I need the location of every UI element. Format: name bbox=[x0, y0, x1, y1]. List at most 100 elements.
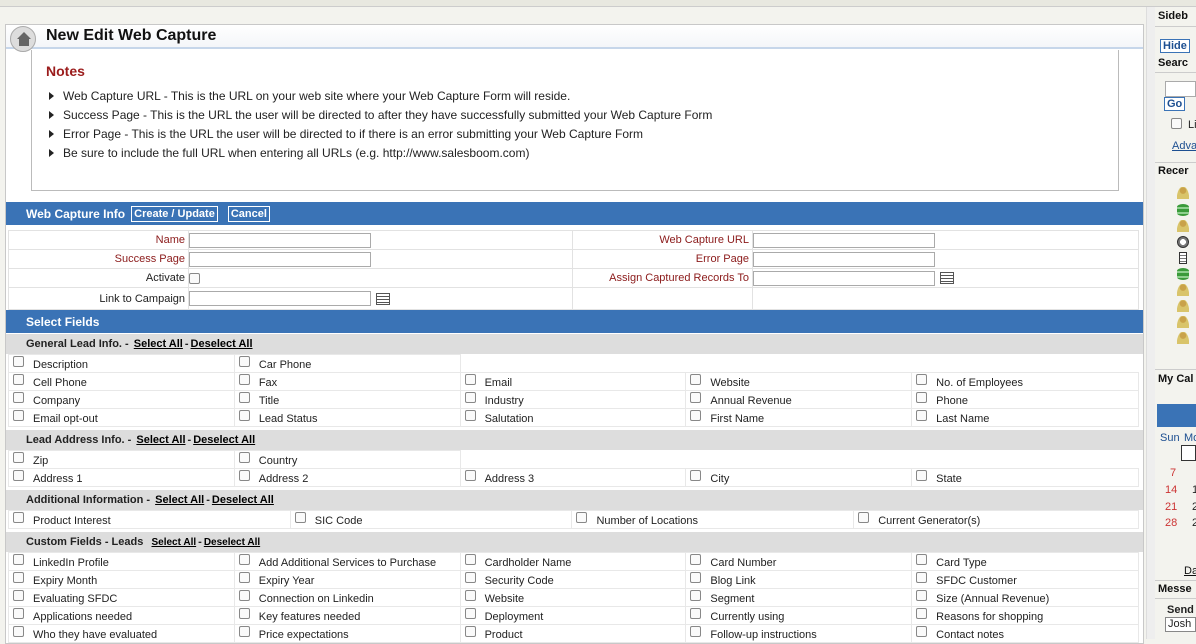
field-option[interactable]: SIC Code bbox=[289, 510, 573, 529]
field-option[interactable]: Industry bbox=[459, 390, 687, 409]
field-option[interactable]: Contact notes bbox=[911, 624, 1139, 643]
field-option[interactable]: Website bbox=[685, 372, 913, 391]
field-checkbox[interactable] bbox=[916, 572, 928, 583]
person-icon[interactable] bbox=[1177, 316, 1189, 328]
field-option[interactable]: Email opt-out bbox=[8, 408, 235, 427]
field-checkbox[interactable] bbox=[238, 572, 250, 583]
field-checkbox[interactable] bbox=[690, 410, 702, 421]
field-checkbox[interactable] bbox=[464, 554, 476, 565]
field-checkbox[interactable] bbox=[238, 410, 250, 421]
assign-records-input[interactable] bbox=[753, 270, 935, 286]
field-checkbox[interactable] bbox=[13, 410, 24, 421]
deselect-all-link[interactable]: Deselect All bbox=[193, 434, 255, 446]
field-checkbox[interactable] bbox=[238, 452, 250, 463]
field-option[interactable]: Cardholder Name bbox=[459, 552, 687, 571]
field-option[interactable]: Fax bbox=[233, 372, 461, 391]
database-icon[interactable] bbox=[1177, 204, 1189, 216]
field-option[interactable]: Key features needed bbox=[233, 606, 461, 625]
field-option[interactable]: LinkedIn Profile bbox=[8, 552, 235, 571]
field-option[interactable]: Email bbox=[459, 372, 687, 391]
field-option[interactable]: Add Additional Services to Purchase bbox=[233, 552, 461, 571]
select-all-link[interactable]: Select All bbox=[136, 434, 185, 446]
field-checkbox[interactable] bbox=[916, 392, 928, 403]
field-option[interactable]: Lead Status bbox=[233, 408, 461, 427]
field-option[interactable]: Segment bbox=[685, 588, 913, 607]
field-checkbox[interactable] bbox=[464, 626, 476, 637]
field-checkbox[interactable] bbox=[13, 554, 24, 565]
calendar-day[interactable]: 2 bbox=[1192, 501, 1196, 513]
field-checkbox[interactable] bbox=[13, 452, 24, 463]
field-option[interactable]: State bbox=[911, 468, 1139, 487]
error-page-input[interactable] bbox=[753, 251, 935, 267]
field-checkbox[interactable] bbox=[238, 590, 250, 601]
field-checkbox[interactable] bbox=[690, 470, 702, 481]
deselect-all-link[interactable]: Deselect All bbox=[204, 537, 260, 548]
cancel-button[interactable]: Cancel bbox=[227, 205, 270, 222]
field-option[interactable]: Who they have evaluated bbox=[8, 624, 235, 643]
field-option[interactable]: No. of Employees bbox=[911, 372, 1139, 391]
select-all-link[interactable]: Select All bbox=[151, 537, 196, 548]
field-option[interactable]: Connection on Linkedin bbox=[233, 588, 461, 607]
field-checkbox[interactable] bbox=[464, 590, 476, 601]
field-option[interactable]: Product bbox=[459, 624, 687, 643]
go-button[interactable]: Go bbox=[1164, 97, 1186, 111]
field-checkbox[interactable] bbox=[238, 374, 250, 385]
field-option[interactable]: Website bbox=[459, 588, 687, 607]
field-option[interactable]: Description bbox=[8, 354, 235, 373]
lookup-icon[interactable] bbox=[376, 292, 390, 305]
person-icon[interactable] bbox=[1177, 300, 1189, 312]
field-checkbox[interactable] bbox=[13, 608, 24, 619]
field-option[interactable]: Deployment bbox=[459, 606, 687, 625]
field-option[interactable]: Salutation bbox=[459, 408, 687, 427]
send-to-select[interactable]: Josh bbox=[1165, 617, 1196, 632]
search-input[interactable] bbox=[1165, 81, 1196, 97]
field-checkbox[interactable] bbox=[690, 392, 702, 403]
field-option[interactable]: Evaluating SFDC bbox=[8, 588, 235, 607]
field-option[interactable]: Applications needed bbox=[8, 606, 235, 625]
field-checkbox[interactable] bbox=[238, 626, 250, 637]
field-checkbox[interactable] bbox=[13, 572, 24, 583]
web-capture-url-input[interactable] bbox=[753, 232, 935, 248]
field-option[interactable]: Company bbox=[8, 390, 235, 409]
field-checkbox[interactable] bbox=[13, 512, 24, 523]
field-option[interactable]: Last Name bbox=[911, 408, 1139, 427]
success-page-input[interactable] bbox=[189, 251, 371, 267]
field-option[interactable]: Address 1 bbox=[8, 468, 235, 487]
calendar-today[interactable] bbox=[1181, 445, 1196, 461]
field-option[interactable]: Car Phone bbox=[233, 354, 461, 373]
field-checkbox[interactable] bbox=[690, 626, 702, 637]
calendar-day[interactable]: 1 bbox=[1192, 484, 1196, 496]
deselect-all-link[interactable]: Deselect All bbox=[212, 494, 274, 506]
field-option[interactable]: Card Type bbox=[911, 552, 1139, 571]
field-checkbox[interactable] bbox=[13, 392, 24, 403]
field-option[interactable]: Product Interest bbox=[8, 510, 291, 529]
field-checkbox[interactable] bbox=[238, 356, 250, 367]
field-option[interactable]: Card Number bbox=[685, 552, 913, 571]
scrollbar[interactable] bbox=[1146, 7, 1155, 639]
field-checkbox[interactable] bbox=[238, 554, 250, 565]
field-checkbox[interactable] bbox=[294, 512, 306, 523]
field-checkbox[interactable] bbox=[464, 374, 476, 385]
person-icon[interactable] bbox=[1177, 332, 1189, 344]
field-checkbox[interactable] bbox=[690, 590, 702, 601]
field-option[interactable]: Zip bbox=[8, 450, 235, 469]
field-checkbox[interactable] bbox=[576, 512, 588, 523]
field-checkbox[interactable] bbox=[916, 554, 928, 565]
field-checkbox[interactable] bbox=[464, 392, 476, 403]
field-checkbox[interactable] bbox=[13, 590, 24, 601]
campaign-input[interactable] bbox=[189, 291, 371, 306]
field-checkbox[interactable] bbox=[916, 374, 928, 385]
field-checkbox[interactable] bbox=[13, 470, 24, 481]
database-icon[interactable] bbox=[1177, 268, 1189, 280]
field-option[interactable]: Follow-up instructions bbox=[685, 624, 913, 643]
field-option[interactable]: Expiry Year bbox=[233, 570, 461, 589]
field-option[interactable]: Address 2 bbox=[233, 468, 461, 487]
field-checkbox[interactable] bbox=[916, 626, 928, 637]
person-icon[interactable] bbox=[1177, 187, 1189, 199]
field-option[interactable]: Security Code bbox=[459, 570, 687, 589]
field-checkbox[interactable] bbox=[464, 410, 476, 421]
lookup-icon[interactable] bbox=[940, 272, 954, 284]
field-option[interactable]: Number of Locations bbox=[571, 510, 855, 529]
field-option[interactable]: Title bbox=[233, 390, 461, 409]
field-checkbox[interactable] bbox=[690, 554, 702, 565]
